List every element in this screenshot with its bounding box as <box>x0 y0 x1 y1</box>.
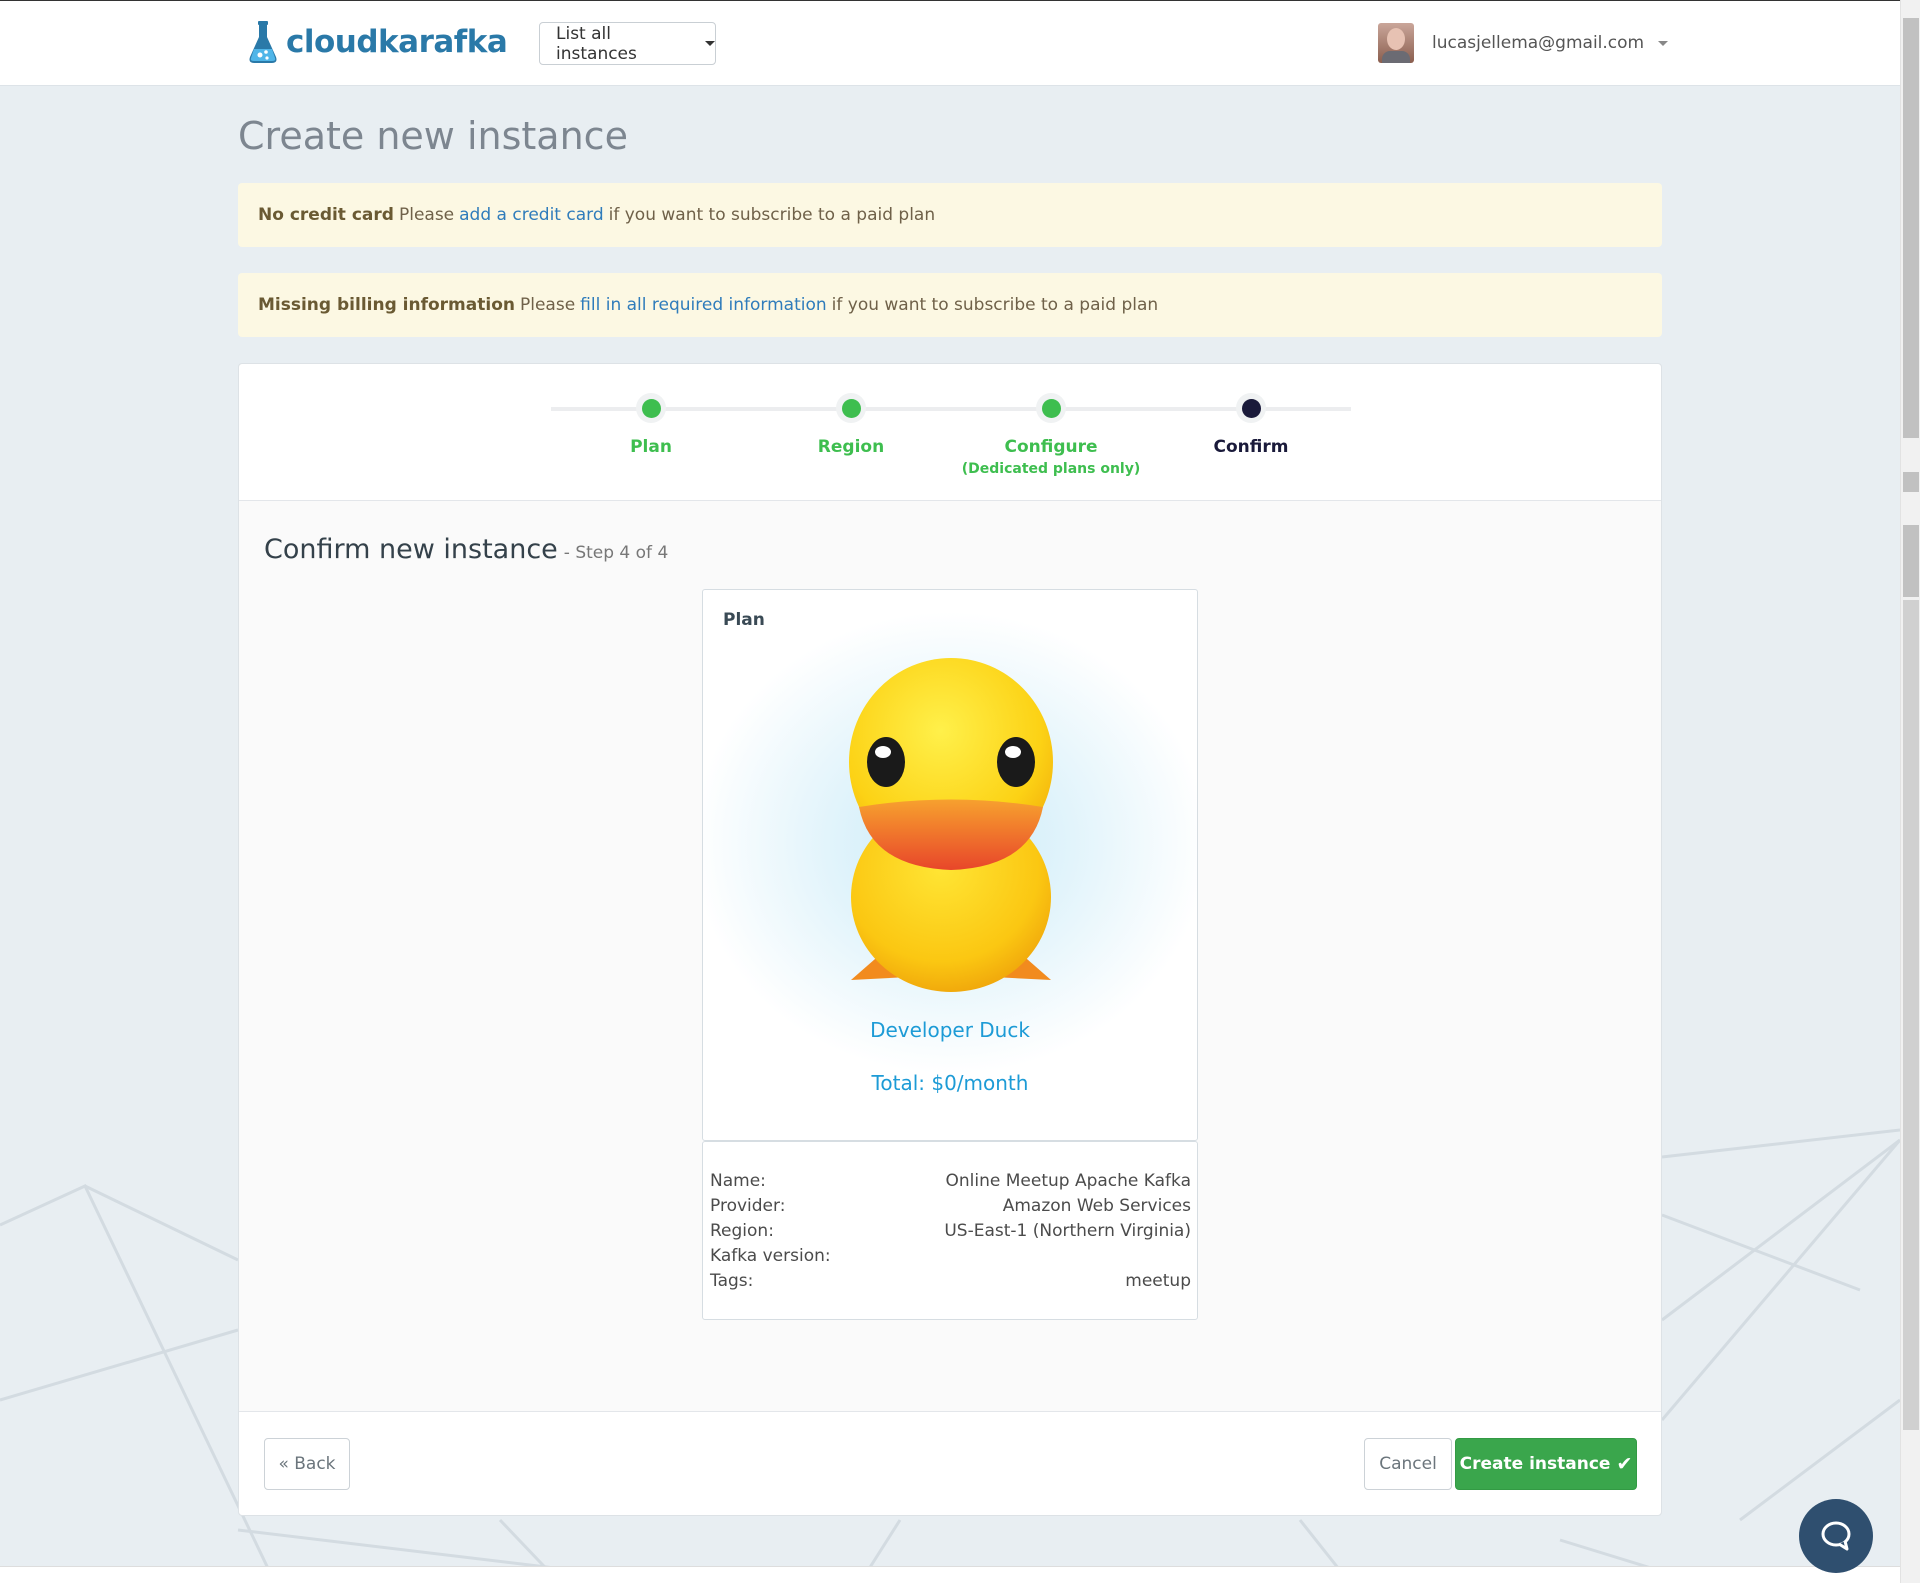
confirm-heading: Confirm new instance - Step 4 of 4 <box>264 534 668 565</box>
alert-strong: No credit card <box>258 205 394 225</box>
plan-total: Total: $0/month <box>871 1071 1029 1095</box>
detail-label: Region: <box>710 1221 774 1241</box>
step-dot <box>836 393 866 423</box>
scrollbar-thumb[interactable] <box>1903 18 1919 438</box>
page-title: Create new instance <box>238 114 628 158</box>
alert-no-credit-card: No credit card Please add a credit card … <box>238 183 1662 247</box>
wizard-stepper: Plan Region Configure (Dedicated plans o… <box>239 364 1661 501</box>
fill-billing-info-link[interactable]: fill in all required information <box>580 295 826 315</box>
alert-text: if you want to subscribe to a paid plan <box>831 295 1159 315</box>
detail-row-region: Region: US-East-1 (Northern Virginia) <box>710 1219 1191 1244</box>
step-counter: - Step 4 of 4 <box>563 543 669 563</box>
plan-label: Plan <box>723 610 765 630</box>
instances-dropdown-label: List all instances <box>556 23 637 64</box>
bottom-strip <box>0 1566 1900 1583</box>
instances-dropdown[interactable]: List all instances <box>539 22 716 65</box>
step-confirm: Confirm <box>1151 393 1351 457</box>
plan-name: Developer Duck <box>870 1018 1030 1042</box>
alert-missing-billing: Missing billing information Please fill … <box>238 273 1662 337</box>
top-navbar: cloudkarafka List all instances lucasjel… <box>0 0 1900 86</box>
detail-value: Amazon Web Services <box>1002 1196 1191 1216</box>
chevron-down-icon <box>1658 40 1669 46</box>
detail-row-provider: Provider: Amazon Web Services <box>710 1194 1191 1219</box>
duck-icon <box>849 658 1053 992</box>
detail-label: Tags: <box>710 1271 754 1291</box>
step-configure[interactable]: Configure (Dedicated plans only) <box>951 393 1151 477</box>
step-dot <box>1036 393 1066 423</box>
chevron-down-icon <box>705 41 715 46</box>
detail-row-name: Name: Online Meetup Apache Kafka <box>710 1169 1191 1194</box>
check-icon: ✔ <box>1616 1453 1633 1475</box>
plan-card: Plan Developer Duck Total: $0/month <box>702 589 1198 1141</box>
avatar <box>1378 23 1414 63</box>
scrollbar-marker <box>1903 472 1919 492</box>
detail-value: Online Meetup Apache Kafka <box>945 1171 1192 1191</box>
create-instance-card: Plan Region Configure (Dedicated plans o… <box>238 363 1662 1516</box>
step-dot <box>1236 393 1266 423</box>
alert-text: if you want to subscribe to a paid plan <box>608 205 936 225</box>
card-footer: « Back Cancel Create instance ✔ <box>239 1411 1661 1515</box>
detail-row-kafka-version: Kafka version: <box>710 1244 1191 1269</box>
page-scrollbar[interactable] <box>1900 0 1920 1583</box>
alert-text: Please <box>519 295 576 315</box>
back-button[interactable]: « Back <box>264 1438 350 1490</box>
alert-text: Please <box>398 205 455 225</box>
logo-text: cloudkarafka <box>286 24 508 60</box>
instance-details: Name: Online Meetup Apache Kafka Provide… <box>702 1141 1198 1320</box>
step-label: Region <box>817 437 885 457</box>
scrollbar-marker <box>1903 525 1919 597</box>
detail-value: US-East-1 (Northern Virginia) <box>944 1221 1191 1241</box>
cancel-button[interactable]: Cancel <box>1364 1438 1452 1490</box>
cloudkarafka-logo[interactable]: cloudkarafka <box>248 19 508 65</box>
flask-icon <box>249 21 277 63</box>
step-label: Confirm <box>1213 437 1289 457</box>
step-plan[interactable]: Plan <box>551 393 751 457</box>
create-instance-label: Create instance <box>1459 1454 1611 1474</box>
step-dot <box>636 393 666 423</box>
detail-label: Name: <box>710 1171 766 1191</box>
step-label: Plan <box>630 437 672 457</box>
create-instance-button[interactable]: Create instance ✔ <box>1455 1438 1637 1490</box>
detail-label: Kafka version: <box>710 1246 831 1266</box>
scrollbar-track-segment <box>1903 600 1919 1430</box>
step-label: Configure <box>1004 437 1098 457</box>
user-menu[interactable]: lucasjellema@gmail.com <box>1378 23 1669 63</box>
detail-row-tags: Tags: meetup <box>710 1269 1191 1294</box>
detail-value: meetup <box>1125 1271 1191 1291</box>
chat-bubble-icon <box>1821 1521 1851 1551</box>
step-region[interactable]: Region <box>751 393 951 457</box>
user-email: lucasjellema@gmail.com <box>1432 33 1645 53</box>
alert-strong: Missing billing information <box>258 295 515 315</box>
chat-widget-button[interactable] <box>1799 1499 1873 1573</box>
confirm-title: Confirm new instance <box>264 534 558 565</box>
detail-label: Provider: <box>710 1196 786 1216</box>
step-sublabel: (Dedicated plans only) <box>961 461 1141 477</box>
add-credit-card-link[interactable]: add a credit card <box>459 205 603 225</box>
